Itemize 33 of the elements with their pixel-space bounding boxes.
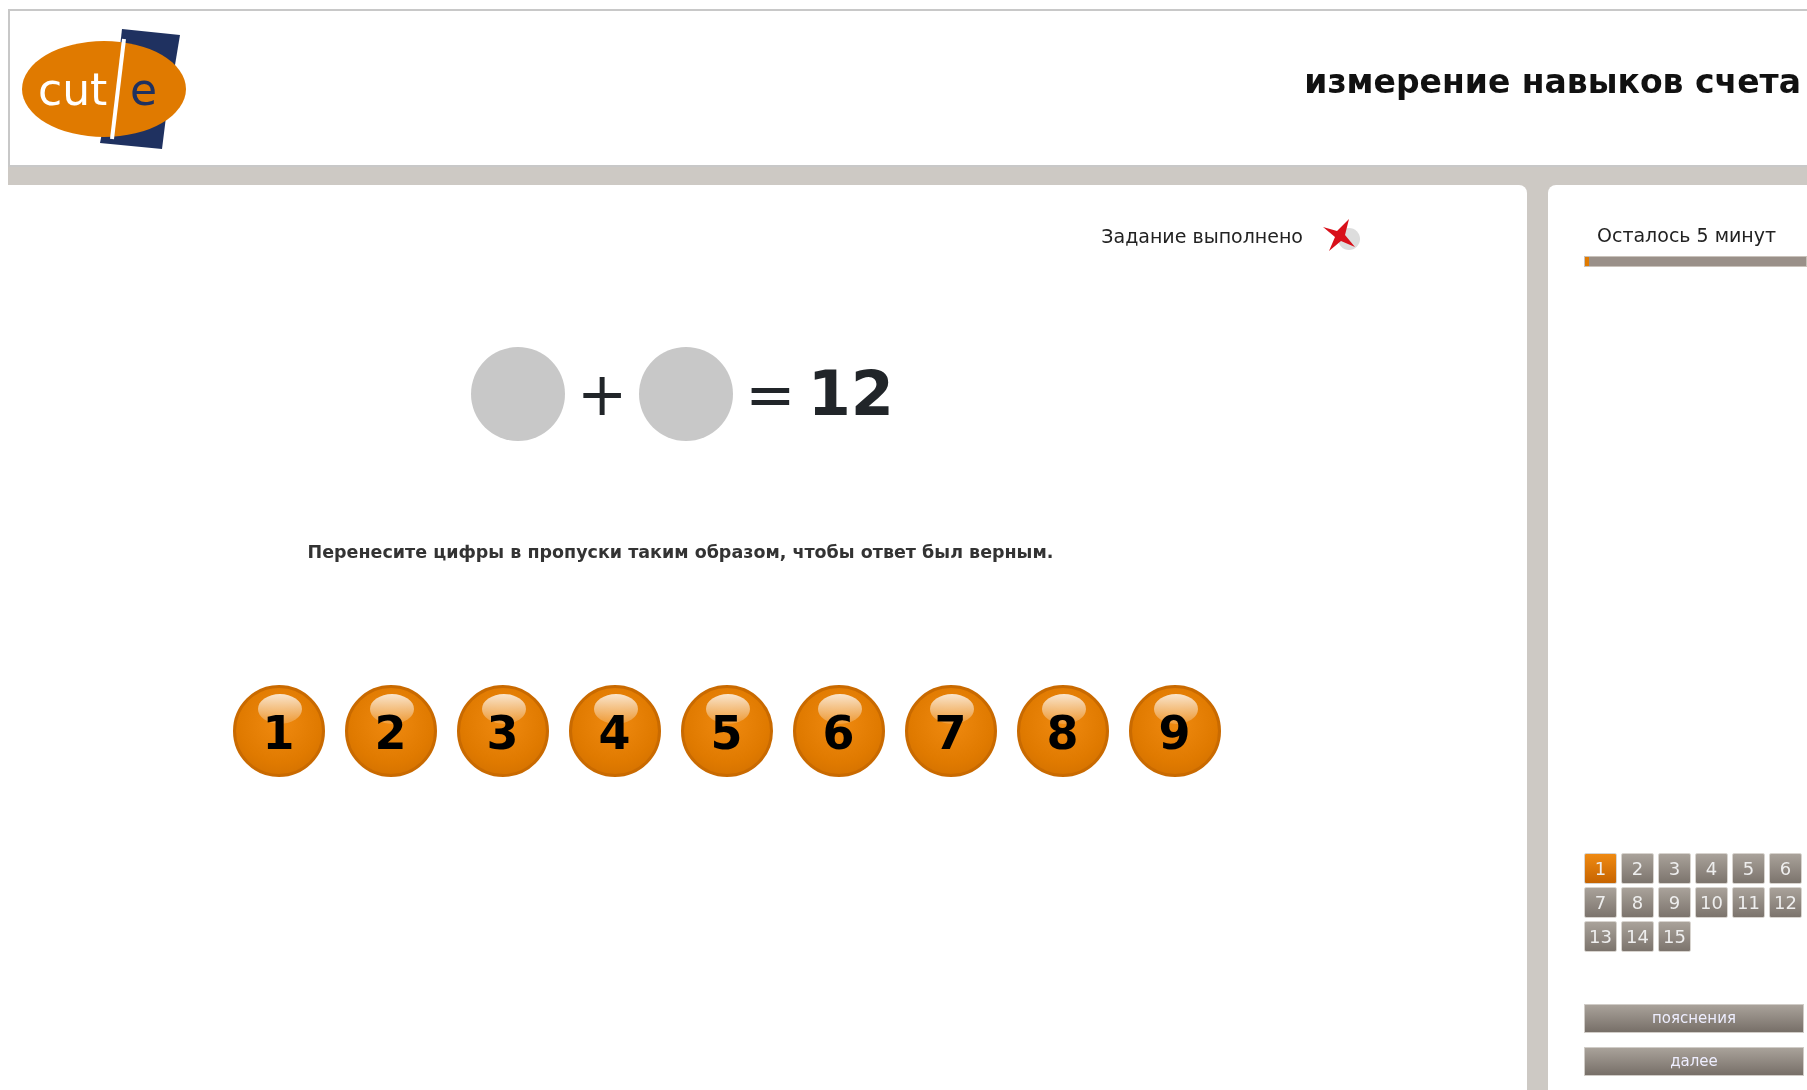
question-button[interactable]: 1 (1584, 852, 1617, 884)
page-title: измерение навыков счета (1304, 61, 1801, 104)
digit-ball[interactable]: 9 (1128, 685, 1221, 778)
status-text: Задание выполнено (1101, 223, 1303, 249)
question-button[interactable]: 11 (1732, 886, 1765, 918)
question-button[interactable]: 3 (1658, 852, 1691, 884)
digit-ball[interactable]: 1 (232, 685, 325, 778)
question-button[interactable]: 7 (1584, 886, 1617, 918)
operator-sign: = (745, 364, 796, 424)
question-button[interactable]: 13 (1584, 920, 1617, 952)
instruction-text: Перенесите цифры в пропуски таким образом, чтобы ответ был верным. (307, 541, 1054, 564)
help-button[interactable]: пояснения (1584, 1003, 1804, 1033)
question-button[interactable]: 10 (1695, 886, 1728, 918)
digit-ball[interactable]: 8 (1016, 685, 1109, 778)
question-button[interactable]: 14 (1621, 920, 1654, 952)
question-button[interactable]: 6 (1769, 852, 1802, 884)
digit-ball[interactable]: 6 (792, 685, 885, 778)
operator-sign: + (577, 364, 628, 424)
result-number: 12 (807, 363, 894, 425)
digit-ball[interactable]: 2 (344, 685, 437, 778)
question-button[interactable]: 8 (1621, 886, 1654, 918)
question-button[interactable]: 4 (1695, 852, 1728, 884)
digit-ball[interactable]: 7 (904, 685, 997, 778)
digit-ball[interactable]: 5 (680, 685, 773, 778)
digit-ball[interactable]: 4 (568, 685, 661, 778)
next-button[interactable]: далее (1584, 1046, 1804, 1076)
question-button[interactable]: 2 (1621, 852, 1654, 884)
question-button[interactable]: 15 (1658, 920, 1691, 952)
question-button[interactable]: 9 (1658, 886, 1691, 918)
digit-ball[interactable]: 3 (456, 685, 549, 778)
timer-text: Осталось 5 минут (1597, 223, 1778, 248)
question-button[interactable]: 12 (1769, 886, 1802, 918)
question-button[interactable]: 5 (1732, 852, 1765, 884)
